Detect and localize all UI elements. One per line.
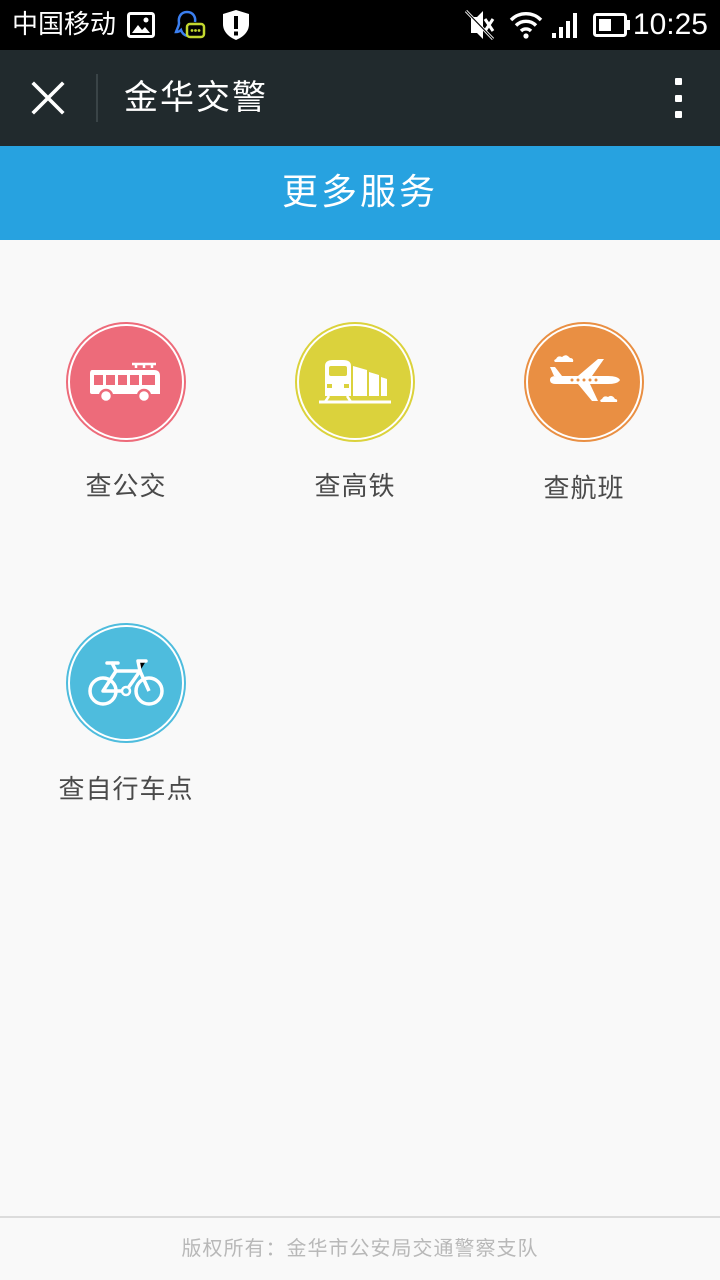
clock: 10:25 (632, 8, 708, 41)
bicycle-icon (88, 659, 164, 706)
service-bicycle[interactable]: 查自行车点 (26, 623, 226, 807)
more-vertical-icon (674, 78, 682, 85)
airplane-icon (550, 355, 620, 402)
airplane-icon-circle (524, 322, 644, 442)
qq-message-icon (172, 8, 206, 42)
signal-icon (550, 8, 582, 42)
train-icon (319, 360, 391, 404)
shield-icon (220, 8, 252, 42)
service-train-label: 查高铁 (314, 472, 396, 502)
status-bar: 中国移动 10:25 (0, 0, 720, 50)
service-bus[interactable]: 查公交 (26, 322, 226, 504)
more-menu-button[interactable] (660, 70, 696, 126)
battery-icon (592, 8, 632, 42)
service-bicycle-label: 查自行车点 (58, 775, 194, 805)
wifi-icon (508, 8, 544, 42)
carrier-name: 中国移动 (12, 10, 117, 40)
copyright-footer: 版权所有：金华市公安局交通警察支队 (0, 1216, 720, 1280)
service-flight[interactable]: 查航班 (484, 322, 684, 506)
bicycle-icon-circle (66, 623, 186, 743)
silent-mode-icon (462, 8, 496, 42)
service-flight-label: 查航班 (543, 474, 625, 504)
bus-icon (90, 362, 160, 404)
train-icon-circle (295, 322, 415, 442)
page-title: 金华交警 (124, 78, 268, 118)
app-bar: 金华交警 (0, 50, 720, 146)
gallery-icon (126, 8, 156, 42)
app-bar-divider (96, 74, 98, 122)
close-button[interactable] (0, 50, 96, 146)
close-icon (31, 81, 65, 115)
bus-icon-circle (66, 322, 186, 442)
service-train[interactable]: 查高铁 (255, 322, 455, 504)
service-bus-label: 查公交 (85, 472, 167, 502)
section-title: 更多服务 (0, 146, 720, 240)
